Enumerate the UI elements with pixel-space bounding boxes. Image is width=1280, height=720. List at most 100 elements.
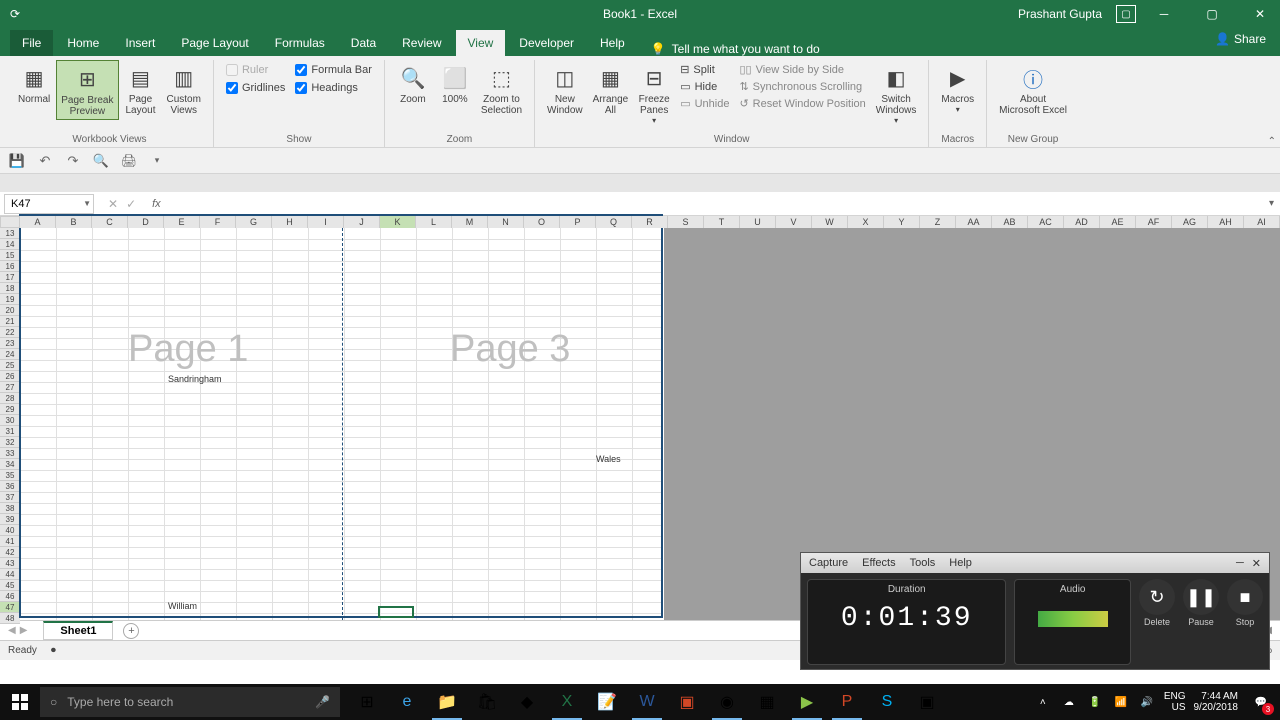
- row-header-47[interactable]: 47: [0, 602, 20, 613]
- expand-formula-bar-icon[interactable]: ▾: [1263, 198, 1280, 209]
- tab-data[interactable]: Data: [339, 30, 388, 56]
- row-header-16[interactable]: 16: [0, 261, 20, 272]
- row-header-35[interactable]: 35: [0, 470, 20, 481]
- camtasia-icon[interactable]: ▶: [788, 684, 826, 720]
- col-header-F[interactable]: F: [200, 216, 236, 228]
- col-header-AG[interactable]: AG: [1172, 216, 1208, 228]
- row-header-20[interactable]: 20: [0, 305, 20, 316]
- col-header-C[interactable]: C: [92, 216, 128, 228]
- print-preview-icon[interactable]: 🔍: [92, 152, 110, 170]
- col-header-I[interactable]: I: [308, 216, 344, 228]
- row-header-33[interactable]: 33: [0, 448, 20, 459]
- row-header-36[interactable]: 36: [0, 481, 20, 492]
- notepad-icon[interactable]: 📝: [588, 684, 626, 720]
- gridlines-checkbox[interactable]: Gridlines: [226, 80, 285, 96]
- row-header-13[interactable]: 13: [0, 228, 20, 239]
- cancel-formula-icon[interactable]: ✕: [108, 197, 118, 211]
- row-header-22[interactable]: 22: [0, 327, 20, 338]
- col-header-AA[interactable]: AA: [956, 216, 992, 228]
- maximize-button[interactable]: ▢: [1192, 0, 1232, 28]
- name-box[interactable]: K47 ▼: [4, 194, 94, 214]
- customize-qat-icon[interactable]: ▾: [148, 152, 166, 170]
- tab-home[interactable]: Home: [55, 30, 111, 56]
- cam-menu-tools[interactable]: Tools: [910, 557, 936, 569]
- col-header-AF[interactable]: AF: [1136, 216, 1172, 228]
- row-header-45[interactable]: 45: [0, 580, 20, 591]
- zoom-100-button[interactable]: ⬜100%: [435, 60, 475, 107]
- about-button[interactable]: ⓘAbout Microsoft Excel: [995, 60, 1071, 118]
- tab-view[interactable]: View: [456, 30, 506, 56]
- cam-close-icon[interactable]: ✕: [1252, 557, 1261, 570]
- task-view-icon[interactable]: ⊞: [348, 684, 386, 720]
- macros-button[interactable]: ▶Macros▾: [937, 60, 978, 116]
- tab-formulas[interactable]: Formulas: [263, 30, 337, 56]
- col-header-U[interactable]: U: [740, 216, 776, 228]
- row-header-46[interactable]: 46: [0, 591, 20, 602]
- row-header-29[interactable]: 29: [0, 404, 20, 415]
- col-header-O[interactable]: O: [524, 216, 560, 228]
- row-header-17[interactable]: 17: [0, 272, 20, 283]
- tab-help[interactable]: Help: [588, 30, 637, 56]
- row-header-19[interactable]: 19: [0, 294, 20, 305]
- account-icon[interactable]: ▢: [1116, 5, 1136, 23]
- sync-scrolling-button[interactable]: ⇅Synchronous Scrolling: [739, 79, 865, 94]
- sheet-nav-prev-icon[interactable]: ◀: [8, 625, 16, 636]
- col-header-AE[interactable]: AE: [1100, 216, 1136, 228]
- col-header-P[interactable]: P: [560, 216, 596, 228]
- calculator-icon[interactable]: ▦: [748, 684, 786, 720]
- sheet-nav-next-icon[interactable]: ▶: [20, 625, 28, 636]
- quick-print-icon[interactable]: 🖨: [120, 152, 138, 170]
- row-header-23[interactable]: 23: [0, 338, 20, 349]
- row-header-26[interactable]: 26: [0, 371, 20, 382]
- normal-view-button[interactable]: ▦ Normal: [14, 60, 54, 107]
- col-header-A[interactable]: A: [20, 216, 56, 228]
- powerpoint-icon[interactable]: P: [828, 684, 866, 720]
- row-header-34[interactable]: 34: [0, 459, 20, 470]
- wifi-icon[interactable]: 📶: [1112, 693, 1130, 711]
- edge-icon[interactable]: e: [388, 684, 426, 720]
- col-header-AD[interactable]: AD: [1064, 216, 1100, 228]
- word-icon[interactable]: W: [628, 684, 666, 720]
- macro-record-icon[interactable]: ⏺: [51, 645, 56, 656]
- language-indicator[interactable]: ENG US: [1164, 691, 1186, 713]
- zoom-button[interactable]: 🔍Zoom: [393, 60, 433, 107]
- col-header-D[interactable]: D: [128, 216, 164, 228]
- taskbar-search[interactable]: ○ Type here to search 🎤: [40, 687, 340, 717]
- row-header-38[interactable]: 38: [0, 503, 20, 514]
- cam-menu-capture[interactable]: Capture: [809, 557, 848, 569]
- new-window-button[interactable]: ◫New Window: [543, 60, 587, 118]
- switch-windows-button[interactable]: ◧Switch Windows▾: [872, 60, 921, 127]
- battery-icon[interactable]: 🔋: [1086, 693, 1104, 711]
- col-header-J[interactable]: J: [344, 216, 380, 228]
- tab-review[interactable]: Review: [390, 30, 453, 56]
- col-header-AH[interactable]: AH: [1208, 216, 1244, 228]
- ruler-checkbox[interactable]: Ruler: [226, 62, 285, 78]
- formula-bar-checkbox[interactable]: Formula Bar: [295, 62, 372, 78]
- freeze-panes-button[interactable]: ⊟Freeze Panes▾: [634, 60, 674, 127]
- tab-page-layout[interactable]: Page Layout: [169, 30, 260, 56]
- page-layout-view-button[interactable]: ▤ Page Layout: [121, 60, 161, 118]
- col-header-G[interactable]: G: [236, 216, 272, 228]
- col-header-H[interactable]: H: [272, 216, 308, 228]
- row-header-40[interactable]: 40: [0, 525, 20, 536]
- app-icon-1[interactable]: ▣: [668, 684, 706, 720]
- row-header-14[interactable]: 14: [0, 239, 20, 250]
- col-header-B[interactable]: B: [56, 216, 92, 228]
- row-header-39[interactable]: 39: [0, 514, 20, 525]
- row-header-48[interactable]: 48: [0, 613, 20, 624]
- tray-chevron-icon[interactable]: ˄: [1034, 693, 1052, 711]
- col-header-T[interactable]: T: [704, 216, 740, 228]
- row-header-27[interactable]: 27: [0, 382, 20, 393]
- col-header-Y[interactable]: Y: [884, 216, 920, 228]
- chrome-icon[interactable]: ◉: [708, 684, 746, 720]
- col-header-E[interactable]: E: [164, 216, 200, 228]
- arrange-all-button[interactable]: ▦Arrange All: [589, 60, 633, 118]
- page-break-preview-button[interactable]: ⊞ Page Break Preview: [56, 60, 118, 120]
- col-header-N[interactable]: N: [488, 216, 524, 228]
- file-explorer-icon[interactable]: 📁: [428, 684, 466, 720]
- save-icon[interactable]: 💾: [8, 152, 26, 170]
- col-header-R[interactable]: R: [632, 216, 668, 228]
- excel-icon[interactable]: X: [548, 684, 586, 720]
- col-header-AI[interactable]: AI: [1244, 216, 1280, 228]
- minimize-button[interactable]: ─: [1144, 0, 1184, 28]
